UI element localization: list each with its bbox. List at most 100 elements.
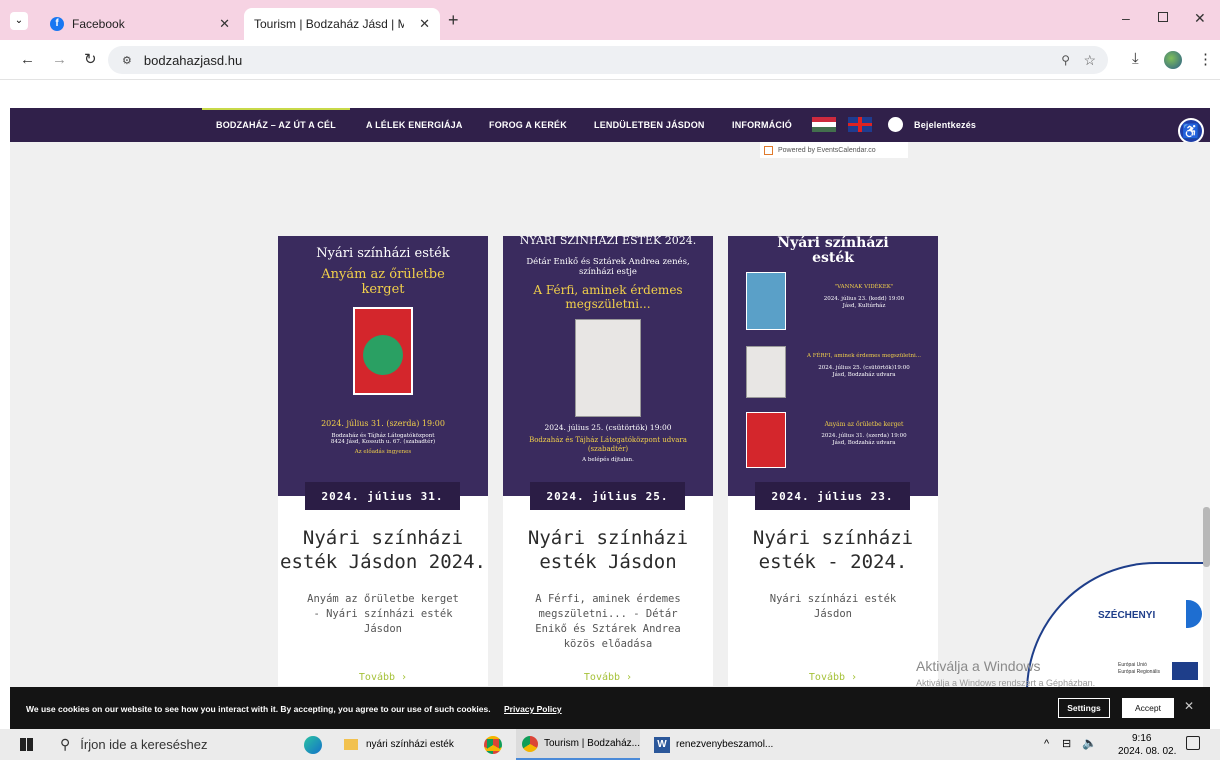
poster-item-date: 2024. július 23. (kedd) 19:00 (823, 296, 905, 302)
network-icon[interactable]: ⊟ (1062, 737, 1071, 750)
tab-tourism[interactable]: Tourism | Bodzaház Jásd | Magy ✕ (244, 8, 440, 40)
poster-book-cover (575, 319, 641, 417)
poster-heading: Nyári színházi esték (316, 246, 450, 261)
login-link[interactable]: Bejelentkezés (914, 120, 976, 130)
back-icon[interactable]: ← (20, 51, 35, 68)
event-poster-image[interactable]: Nyári színházi esték Anyám az őrületbe k… (278, 236, 488, 496)
powered-by-text: Powered by EventsCalendar.co (778, 146, 876, 154)
event-poster-image[interactable]: NYÁRI SZÍNHÁZI ESTÉK 2024. Détár Enikő é… (503, 236, 713, 496)
poster-item-venue: Jásd, Bodzaház udvara (832, 440, 896, 446)
nav-item-lelek[interactable]: A LÉLEK ENERGIÁJA (366, 120, 463, 130)
page-scrollbar[interactable] (1203, 142, 1210, 687)
poster-thumb (746, 346, 786, 398)
poster-title: Anyám az őrületbe kerget (321, 267, 445, 297)
hungarian-flag-icon[interactable] (812, 117, 836, 132)
taskbar-app-explorer[interactable]: nyári színházi esték (344, 729, 464, 760)
new-tab-icon[interactable]: + (448, 10, 459, 31)
nav-item-informacio[interactable]: INFORMÁCIÓ (732, 120, 792, 130)
cookie-close-icon[interactable]: ✕ (1184, 699, 1194, 713)
profile-avatar[interactable] (1164, 51, 1182, 69)
event-poster-image[interactable]: Nyári színházi esték "VANNAK VIDÉKEK" 20… (728, 236, 938, 496)
privacy-policy-link[interactable]: Privacy Policy (504, 704, 562, 714)
powered-by-badge[interactable]: Powered by EventsCalendar.co (760, 142, 908, 158)
chrome-icon[interactable] (484, 736, 502, 754)
word-icon: W (654, 736, 670, 753)
event-description: Anyám az őrületbe kerget - Nyári színház… (307, 593, 459, 635)
tab-facebook[interactable]: f Facebook ✕ (40, 8, 240, 40)
app-label: nyári színházi esték (366, 739, 454, 750)
poster-book-cover (353, 307, 413, 395)
uk-flag-icon[interactable] (848, 117, 872, 132)
volume-icon[interactable]: 🔈 (1082, 736, 1097, 750)
poster-item-venue: Jásd, Kultúrház (842, 303, 886, 309)
taskbar-search-input[interactable]: ⚲ Írjon ide a kereséshez (48, 729, 284, 760)
tray-chevron-icon[interactable]: ^ (1044, 738, 1049, 750)
minimize-icon[interactable]: – (1122, 10, 1130, 26)
nav-item-forog[interactable]: FOROG A KERÉK (489, 120, 567, 130)
menu-kebab-icon[interactable]: ⋮ (1198, 50, 1213, 68)
scrollbar-thumb[interactable] (1203, 507, 1210, 567)
app-label: Tourism | Bodzaház... (544, 738, 640, 749)
event-title[interactable]: Nyári színházi esték Jásdon 2024. (278, 526, 488, 574)
read-more-link[interactable]: Tovább › (278, 672, 488, 683)
read-more-link[interactable]: Tovább › (503, 672, 713, 683)
calendar-icon (764, 145, 773, 155)
poster-item-venue: Jásd, Bodzaház udvara (832, 372, 896, 378)
nav-item-lendulet[interactable]: LENDÜLETBEN JÁSDON (594, 120, 705, 130)
folder-icon (344, 739, 358, 750)
poster-title: A Férfi, aminek érdemes megszületni... (533, 283, 683, 311)
read-more-link[interactable]: Tovább › (728, 672, 938, 683)
tab-label: Tourism | Bodzaház Jásd | Magy (254, 17, 404, 31)
facebook-icon: f (50, 17, 64, 31)
active-nav-indicator (202, 108, 350, 110)
poster-note: Az előadás ingyenes (354, 449, 412, 455)
cookie-banner: We use cookies on our website to see how… (10, 687, 1210, 729)
poster-thumb (746, 412, 786, 468)
close-tab-icon[interactable]: ✕ (219, 16, 230, 32)
main-content: Powered by EventsCalendar.co Nyári szính… (10, 142, 1210, 692)
tab-search-dropdown-icon[interactable]: ⌄ (10, 12, 28, 30)
event-card[interactable]: Nyári színházi esték Anyám az őrületbe k… (278, 236, 488, 686)
event-card[interactable]: NYÁRI SZÍNHÁZI ESTÉK 2024. Détár Enikő é… (503, 236, 713, 686)
windows-start-icon[interactable] (20, 738, 33, 751)
cookie-accept-button[interactable]: Accept (1122, 698, 1174, 718)
restore-icon[interactable] (1158, 12, 1168, 22)
browser-tab-bar: ⌄ f Facebook ✕ Tourism | Bodzaház Jásd |… (0, 0, 1220, 40)
poster-heading: NYÁRI SZÍNHÁZI ESTÉK 2024. (519, 236, 697, 247)
forward-icon[interactable]: → (52, 51, 67, 68)
event-date-badge: 2024. július 25. (530, 482, 685, 510)
cookie-text: We use cookies on our website to see how… (26, 704, 491, 714)
taskbar-app-chrome[interactable]: Tourism | Bodzaház... (516, 729, 640, 760)
event-description: A Férfi, aminek érdemes megszületni... -… (535, 593, 681, 650)
reload-icon[interactable]: ↻ (84, 50, 97, 68)
poster-item-title: A FÉRFI, aminek érdemes megszületni... (806, 353, 922, 359)
accessibility-button[interactable]: ♿ (1178, 118, 1204, 144)
szechenyi-badge[interactable]: SZÉCHENYI Európai Unió Európai Regionáli… (1026, 562, 1210, 692)
bookmark-star-icon[interactable]: ☆ (1083, 52, 1096, 69)
clock-date[interactable]: 2024. 08. 02. (1118, 746, 1176, 757)
site-navbar: BODZAHÁZ – AZ ÚT A CÉL A LÉLEK ENERGIÁJA… (10, 108, 1210, 144)
eu-flag-icon (1172, 662, 1198, 680)
poster-item-date: 2024. július 25. (csütörtök)19:00 (818, 365, 910, 371)
clock-time[interactable]: 9:16 (1132, 733, 1151, 744)
taskbar-app-word[interactable]: W renezvenybeszamol... (654, 729, 784, 760)
close-window-icon[interactable]: ✕ (1194, 10, 1206, 27)
notifications-icon[interactable] (1186, 736, 1200, 750)
user-account-icon[interactable] (888, 117, 903, 132)
poster-item-title: "VANNAK VIDÉKEK" (834, 284, 894, 290)
zoom-icon[interactable]: ⚲ (1061, 53, 1070, 67)
nav-item-bodzahaz[interactable]: BODZAHÁZ – AZ ÚT A CÉL (216, 120, 336, 130)
event-date-badge: 2024. július 23. (755, 482, 910, 510)
close-tab-icon[interactable]: ✕ (419, 16, 430, 32)
download-icon[interactable]: ⤓ (1132, 50, 1139, 67)
site-info-icon[interactable]: ⚙ (122, 54, 132, 67)
szechenyi-label: SZÉCHENYI (1098, 610, 1156, 621)
cookie-settings-button[interactable]: Settings (1058, 698, 1110, 718)
edge-icon[interactable] (304, 736, 322, 754)
event-title[interactable]: Nyári színházi esték - 2024. (728, 526, 938, 574)
eu-label: Európai Unió (1118, 662, 1147, 668)
event-title[interactable]: Nyári színházi esték Jásdon (503, 526, 713, 574)
url-input[interactable]: ⚙ bodzahazjasd.hu ⚲ ☆ (108, 46, 1108, 74)
event-card[interactable]: Nyári színházi esték "VANNAK VIDÉKEK" 20… (728, 236, 938, 686)
poster-heading: Nyári színházi esték (777, 236, 889, 266)
